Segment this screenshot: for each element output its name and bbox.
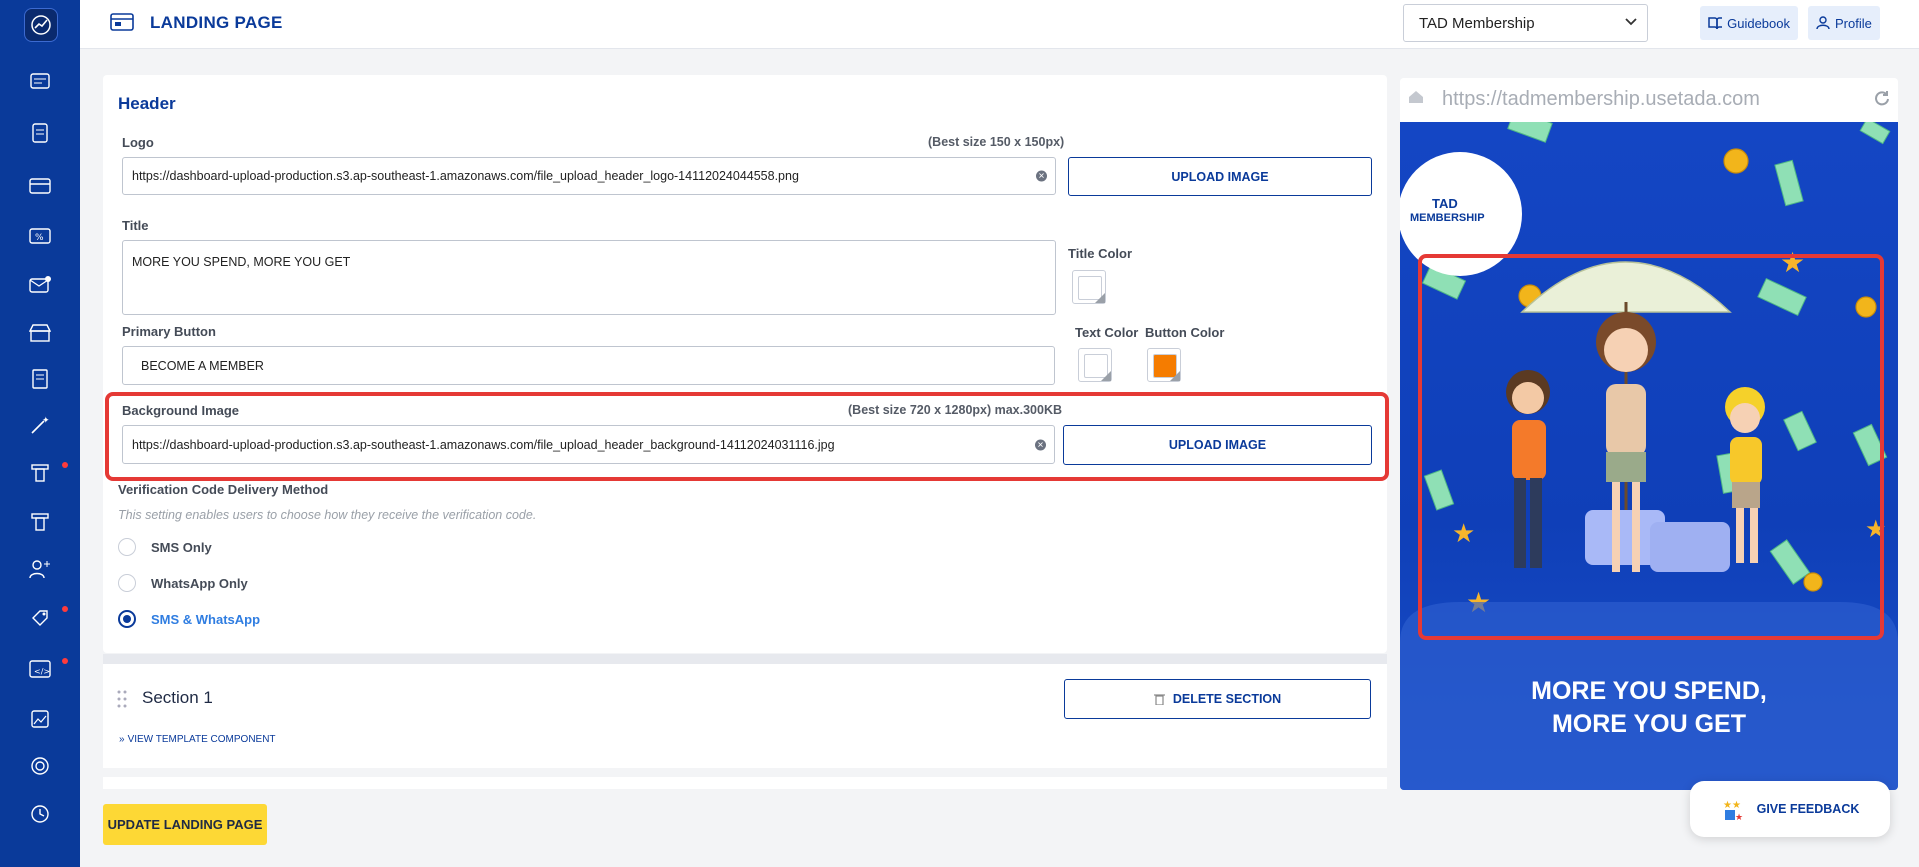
svg-text:★★: ★★ xyxy=(1723,800,1741,811)
button-color-label: Button Color xyxy=(1145,325,1225,340)
preview-url-bar: https://tadmembership.usetada.com xyxy=(1400,78,1898,122)
notification-dot xyxy=(62,658,68,664)
feedback-stars-icon: ★★★ xyxy=(1723,800,1743,822)
book-icon xyxy=(1708,17,1723,30)
view-template-link[interactable]: » VIEW TEMPLATE COMPONENT xyxy=(119,734,276,745)
svg-text:★: ★ xyxy=(1780,246,1805,279)
preview-logo-text: TAD MEMBERSHIP xyxy=(1410,196,1485,226)
title-color-picker[interactable] xyxy=(1072,270,1106,304)
radio-whatsapp-only-label[interactable]: WhatsApp Only xyxy=(151,576,248,591)
delete-section-button[interactable]: DELETE SECTION xyxy=(1064,679,1371,719)
logo-url-value: https://dashboard-upload-production.s3.a… xyxy=(132,169,799,183)
app-logo[interactable] xyxy=(24,8,58,42)
title-value: MORE YOU SPEND, MORE YOU GET xyxy=(132,255,351,269)
dashboard-icon[interactable] xyxy=(27,68,53,94)
guidebook-button[interactable]: Guidebook xyxy=(1700,6,1798,40)
user-group-icon[interactable] xyxy=(27,556,53,582)
radio-sms-only-label[interactable]: SMS Only xyxy=(151,540,212,555)
section-divider xyxy=(103,654,1387,664)
program-alt-icon[interactable] xyxy=(27,509,53,535)
web-code-icon[interactable]: </> xyxy=(27,656,53,682)
svg-text:✦: ✦ xyxy=(42,416,50,426)
preview-phone-screen: ★ ★ ★ ★ xyxy=(1400,122,1898,790)
radio-whatsapp-only[interactable] xyxy=(118,574,136,592)
guidebook-label: Guidebook xyxy=(1727,15,1790,31)
text-color-label: Text Color xyxy=(1075,325,1139,340)
report-icon[interactable] xyxy=(27,120,53,146)
radio-sms-and-whatsapp-label[interactable]: SMS & WhatsApp xyxy=(151,612,260,627)
give-feedback-button[interactable]: ★★ ★ GIVE FEEDBACK xyxy=(1690,781,1890,837)
sidebar: % ✦ </> xyxy=(0,0,80,867)
update-landing-page-button[interactable]: UPDATE LANDING PAGE xyxy=(103,804,267,845)
mail-icon[interactable] xyxy=(27,272,53,298)
home-icon[interactable] xyxy=(1408,90,1424,104)
drag-handle-icon[interactable] xyxy=(117,690,127,713)
voucher-icon[interactable]: % xyxy=(27,223,53,249)
radio-sms-and-whatsapp[interactable] xyxy=(118,610,136,628)
section-1-title: Section 1 xyxy=(142,688,213,707)
title-label: Title xyxy=(122,218,149,233)
background-image-url-value: https://dashboard-upload-production.s3.a… xyxy=(132,437,835,452)
upload-logo-button[interactable]: UPLOAD IMAGE xyxy=(1068,157,1372,196)
magic-wand-icon[interactable]: ✦ xyxy=(27,412,53,438)
history-icon[interactable] xyxy=(27,801,53,827)
chevron-down-icon xyxy=(1625,18,1637,26)
verification-method-hint: This setting enables users to choose how… xyxy=(118,508,537,522)
background-image-size-hint: (Best size 720 x 1280px) max.300KB xyxy=(848,403,1063,417)
receipt-icon[interactable] xyxy=(27,366,53,392)
logo-label: Logo xyxy=(122,135,154,150)
notification-dot xyxy=(62,606,68,612)
user-icon xyxy=(1816,16,1830,30)
preview-logo-line2: MEMBERSHIP xyxy=(1410,212,1485,224)
give-feedback-label: GIVE FEEDBACK xyxy=(1756,802,1860,816)
page-title: LANDING PAGE xyxy=(150,13,283,32)
background-image-url-input[interactable]: https://dashboard-upload-production.s3.a… xyxy=(122,425,1055,464)
logo-url-input[interactable]: https://dashboard-upload-production.s3.a… xyxy=(122,157,1056,195)
preview-headline-line1: MORE YOU SPEND, xyxy=(1531,677,1767,705)
clear-icon[interactable]: ✕ xyxy=(1036,170,1047,182)
button-color-picker[interactable] xyxy=(1147,348,1181,382)
section-title: Header xyxy=(118,94,176,113)
landing-page-icon xyxy=(110,12,134,37)
tag-icon[interactable] xyxy=(27,605,53,631)
text-color-picker[interactable] xyxy=(1078,348,1112,382)
view-template-label: VIEW TEMPLATE COMPONENT xyxy=(127,734,276,745)
image-file-icon[interactable] xyxy=(27,706,53,732)
preview-headline-line2: MORE YOU GET xyxy=(1551,710,1746,738)
svg-text:★: ★ xyxy=(1735,813,1743,822)
chevron-double-down-icon: » xyxy=(119,734,125,745)
svg-text:</>: </> xyxy=(34,667,50,676)
primary-button-input[interactable]: BECOME A MEMBER xyxy=(122,346,1055,385)
preview-logo-line1: TAD xyxy=(1432,196,1458,211)
program-icon[interactable] xyxy=(27,460,53,486)
refresh-icon[interactable] xyxy=(1874,90,1890,106)
profile-button[interactable]: Profile xyxy=(1808,6,1880,40)
preview-headline: MORE YOU SPEND, MORE YOU GET xyxy=(1400,675,1898,741)
preview-panel: https://tadmembership.usetada.com ★ ★ ★ … xyxy=(1400,78,1898,790)
logo-size-hint: (Best size 150 x 150px) xyxy=(928,135,1065,149)
primary-button-label: Primary Button xyxy=(122,324,216,339)
svg-text:★: ★ xyxy=(1452,519,1475,549)
card-icon[interactable] xyxy=(27,173,53,199)
title-color-label: Title Color xyxy=(1068,246,1133,261)
next-section-card xyxy=(103,777,1387,789)
title-textarea[interactable]: MORE YOU SPEND, MORE YOU GET xyxy=(122,240,1056,315)
store-icon[interactable] xyxy=(27,320,53,346)
clear-icon[interactable]: ✕ xyxy=(1035,439,1046,450)
upload-background-button[interactable]: UPLOAD IMAGE xyxy=(1063,425,1372,465)
verification-method-label: Verification Code Delivery Method xyxy=(118,482,329,497)
svg-text:%: % xyxy=(35,233,44,243)
profile-label: Profile xyxy=(1835,15,1872,31)
notification-dot xyxy=(62,462,68,468)
background-image-label: Background Image xyxy=(122,403,240,418)
trash-icon xyxy=(1153,694,1165,705)
primary-button-value: BECOME A MEMBER xyxy=(141,358,264,373)
preview-url: https://tadmembership.usetada.com xyxy=(1442,88,1760,110)
delete-section-label: DELETE SECTION xyxy=(1172,692,1282,706)
workspace-select-value: TAD Membership xyxy=(1419,14,1535,32)
radio-sms-only[interactable] xyxy=(118,538,136,556)
target-icon[interactable] xyxy=(27,753,53,779)
workspace-select[interactable]: TAD Membership xyxy=(1403,4,1648,42)
